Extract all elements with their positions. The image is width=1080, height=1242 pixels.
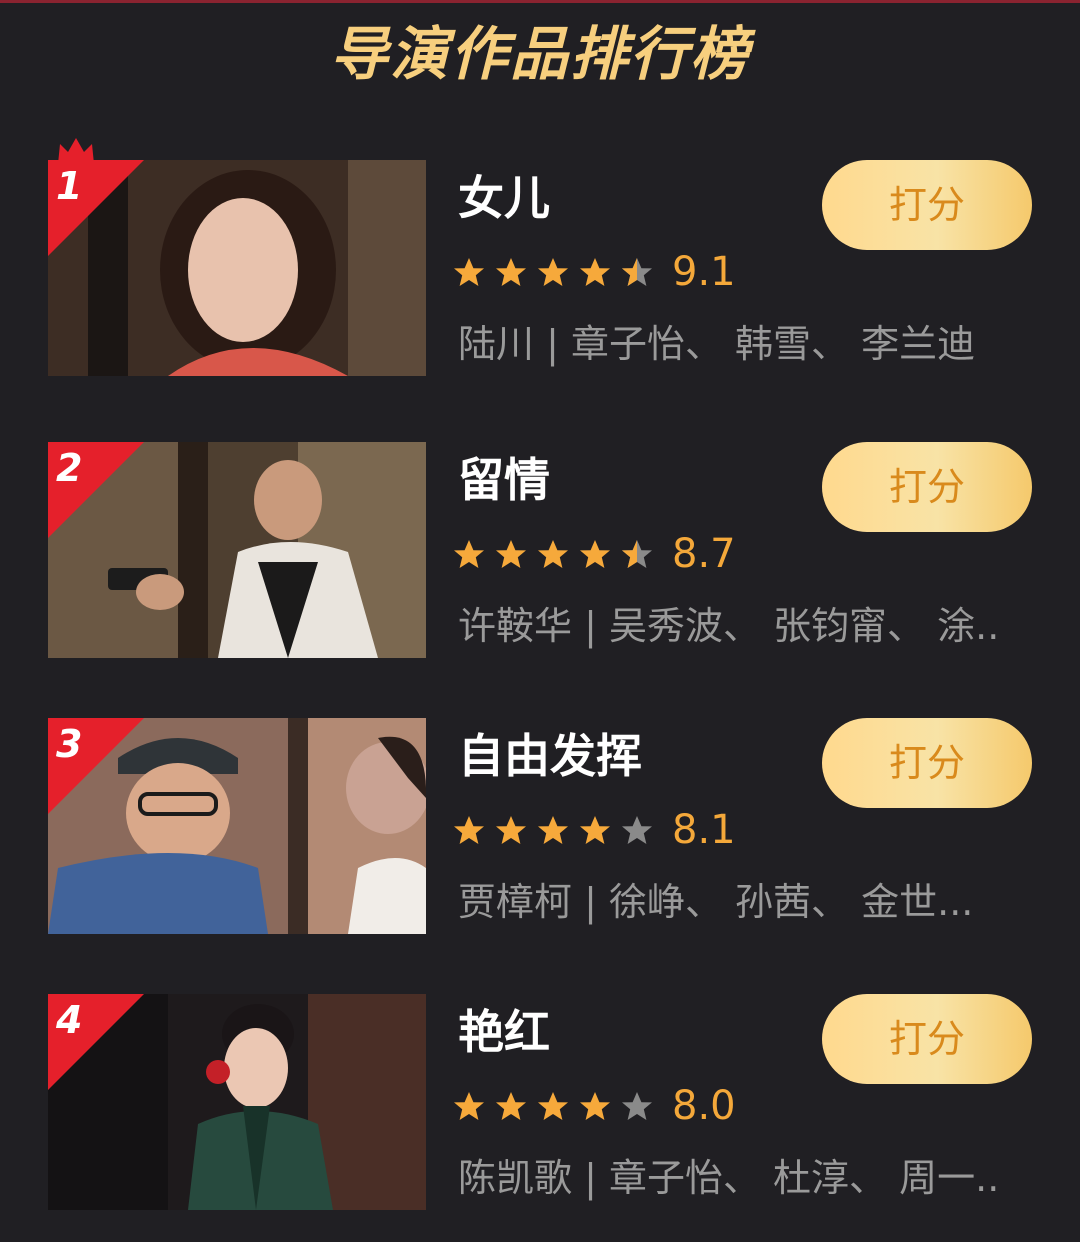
movie-row[interactable]: 4 艳红 打分 8.0 陈凯歌 | 章子怡、 杜淳、 周一.. xyxy=(0,994,1080,1214)
star-rating xyxy=(452,252,662,292)
director-cast: 陆川 | 章子怡、 韩雪、 李兰迪 xyxy=(458,322,976,366)
rate-button[interactable]: 打分 xyxy=(822,160,1032,250)
movie-row[interactable]: 3 自由发挥 打分 8.1 贾樟柯 | 徐峥、 孙茜、 金世... xyxy=(0,718,1080,938)
movie-ranking-list: 1 女儿 打分 9.1 陆川 | 章子怡、 韩雪、 李兰迪 2 留情 打分 8.… xyxy=(0,0,1080,1242)
rating-score: 8.7 xyxy=(672,531,736,577)
star-icon xyxy=(622,258,652,286)
movie-title[interactable]: 留情 xyxy=(458,450,798,510)
star-rating xyxy=(452,1086,662,1126)
star-icon xyxy=(496,816,526,844)
star-icon xyxy=(580,1092,610,1120)
director-cast: 贾樟柯 | 徐峥、 孙茜、 金世... xyxy=(458,880,974,924)
star-icon xyxy=(580,816,610,844)
rate-button[interactable]: 打分 xyxy=(822,994,1032,1084)
rate-button[interactable]: 打分 xyxy=(822,442,1032,532)
movie-row[interactable]: 2 留情 打分 8.7 许鞍华 | 吴秀波、 张钧甯、 涂.. xyxy=(0,442,1080,662)
star-icon xyxy=(538,258,568,286)
star-icon xyxy=(622,540,652,568)
rank-number: 1 xyxy=(56,164,83,208)
star-icon xyxy=(580,258,610,286)
movie-title[interactable]: 自由发挥 xyxy=(458,726,798,786)
star-rating xyxy=(452,810,662,850)
stars-svg xyxy=(454,1092,652,1120)
star-icon xyxy=(454,1092,484,1120)
star-icon xyxy=(496,1092,526,1120)
rank-number: 4 xyxy=(56,998,83,1042)
director-cast: 许鞍华 | 吴秀波、 张钧甯、 涂.. xyxy=(458,604,1000,648)
star-icon xyxy=(454,816,484,844)
movie-title[interactable]: 艳红 xyxy=(458,1002,798,1062)
star-rating xyxy=(452,534,662,574)
star-icon xyxy=(580,540,610,568)
rate-button[interactable]: 打分 xyxy=(822,718,1032,808)
rating-score: 8.0 xyxy=(672,1083,736,1129)
stars-svg xyxy=(454,540,652,568)
star-icon xyxy=(454,258,484,286)
star-icon xyxy=(454,540,484,568)
rank-number: 3 xyxy=(56,722,83,766)
star-icon xyxy=(538,1092,568,1120)
rating-score: 9.1 xyxy=(672,249,736,295)
star-icon xyxy=(538,540,568,568)
stars-svg xyxy=(454,816,652,844)
star-icon xyxy=(622,816,652,844)
rank-number: 2 xyxy=(56,446,83,490)
star-icon xyxy=(496,540,526,568)
stars-svg xyxy=(454,258,652,286)
star-icon xyxy=(496,258,526,286)
star-icon xyxy=(622,1092,652,1120)
director-cast: 陈凯歌 | 章子怡、 杜淳、 周一.. xyxy=(458,1156,1000,1200)
rating-score: 8.1 xyxy=(672,807,736,853)
movie-title[interactable]: 女儿 xyxy=(458,168,798,228)
star-icon xyxy=(538,816,568,844)
movie-row[interactable]: 1 女儿 打分 9.1 陆川 | 章子怡、 韩雪、 李兰迪 xyxy=(0,138,1080,380)
